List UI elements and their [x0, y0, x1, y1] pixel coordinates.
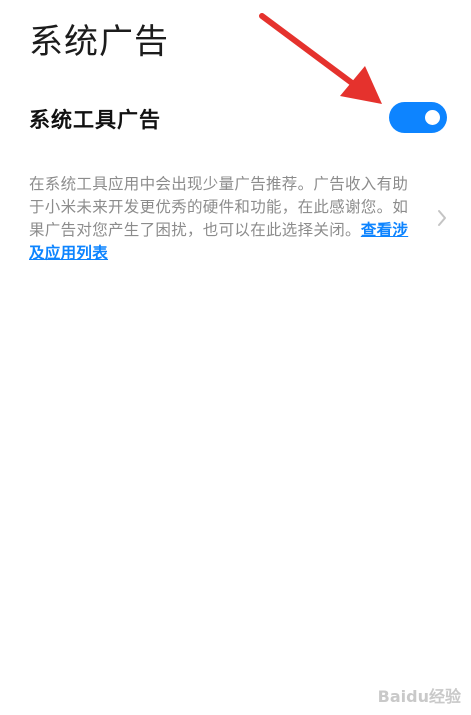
ads-description-text: 在系统工具应用中会出现少量广告推荐。广告收入有助于小米未来开发更优秀的硬件和功能…: [29, 175, 409, 239]
system-tool-ads-label: 系统工具广告: [29, 108, 161, 132]
chevron-right-icon[interactable]: [437, 209, 447, 227]
ads-description: 在系统工具应用中会出现少量广告推荐。广告收入有助于小米未来开发更优秀的硬件和功能…: [29, 173, 413, 265]
system-tool-ads-row: 系统工具广告: [0, 92, 471, 148]
page-title: 系统广告: [29, 22, 169, 62]
system-tool-ads-toggle[interactable]: [389, 102, 447, 133]
toggle-knob: [425, 110, 440, 125]
watermark: Baidu经验: [377, 687, 461, 706]
